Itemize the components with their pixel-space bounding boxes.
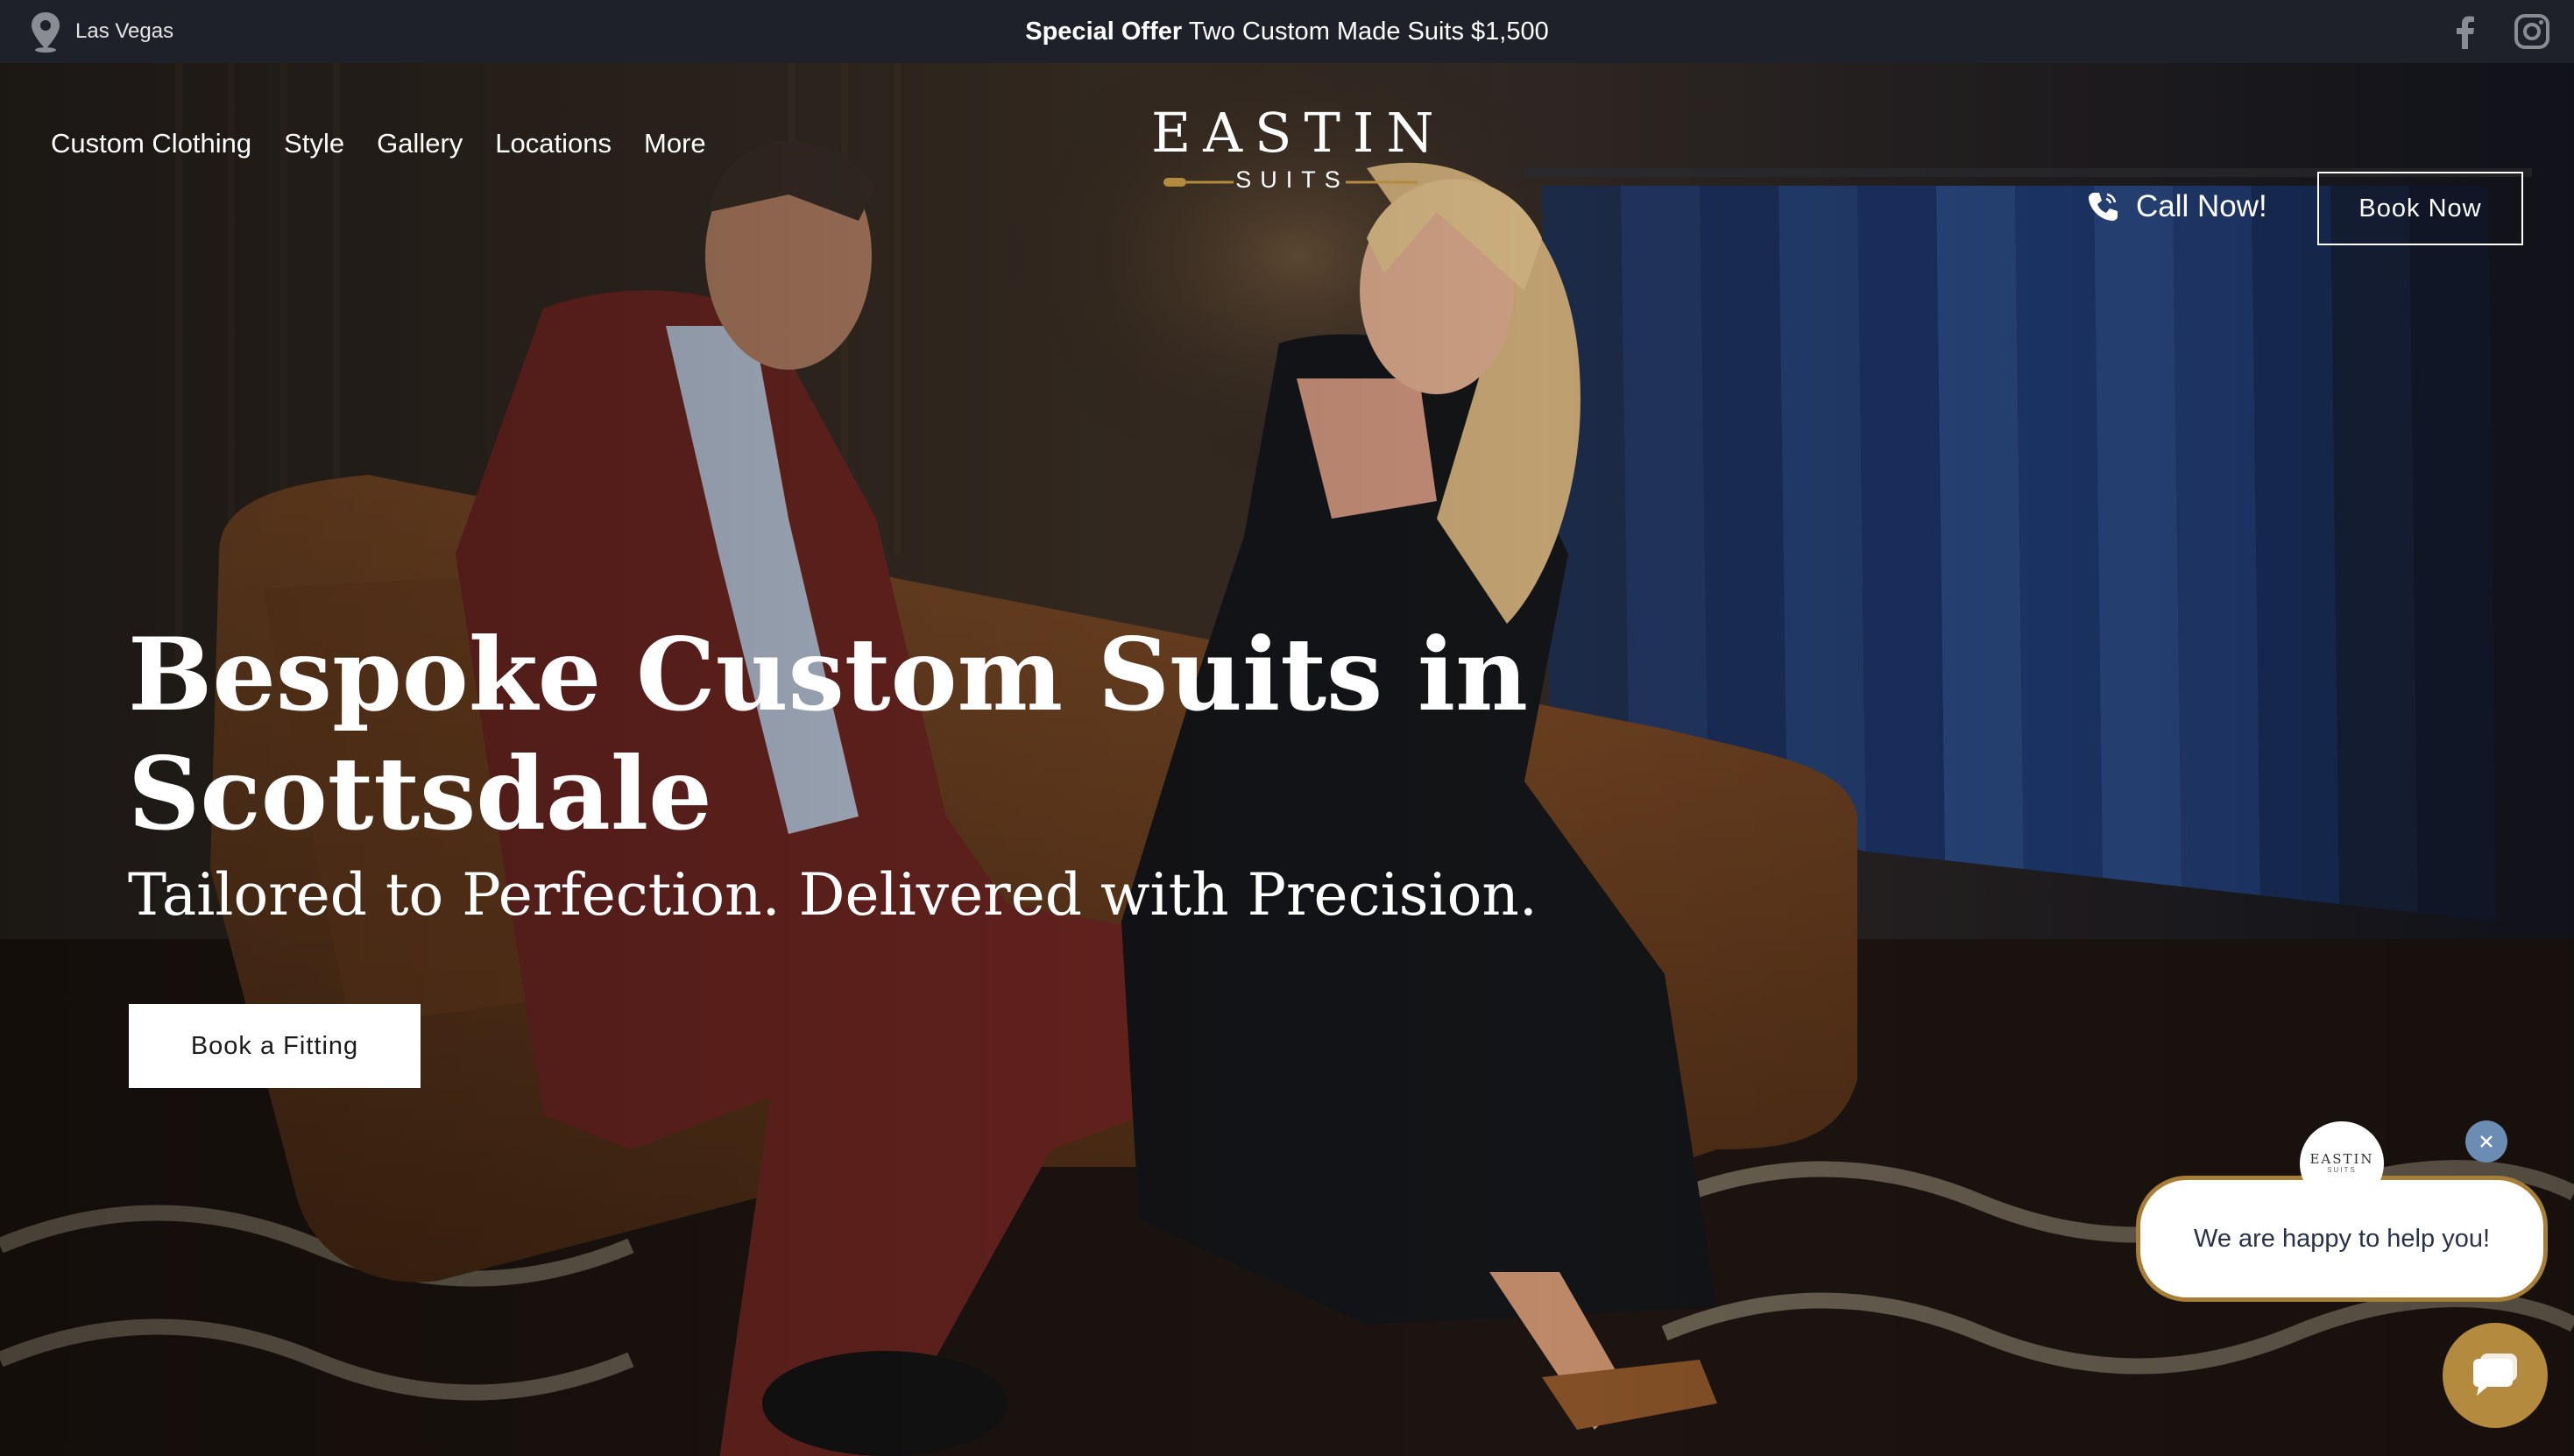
brand-logo[interactable]: EASTIN SUITS — [1139, 102, 1437, 199]
announcement-bar: Las Vegas Special Offer Two Custom Made … — [0, 0, 2574, 63]
chat-icon — [2473, 1354, 2517, 1396]
chat-launcher-button[interactable] — [2443, 1323, 2548, 1428]
nav-item-more[interactable]: More — [644, 128, 706, 159]
offer-text: Two Custom Made Suits $1,500 — [1182, 18, 1549, 46]
special-offer[interactable]: Special Offer Two Custom Made Suits $1,5… — [0, 0, 2574, 63]
nav-item-style[interactable]: Style — [284, 128, 344, 159]
facebook-icon[interactable] — [2446, 12, 2485, 51]
chat-avatar-sub: SUITS — [2327, 1166, 2357, 1174]
call-now-link[interactable]: Call Now! — [2083, 187, 2267, 226]
call-now-label: Call Now! — [2136, 189, 2267, 223]
nav-item-locations[interactable]: Locations — [495, 128, 612, 159]
close-icon — [2480, 1135, 2493, 1148]
needle-icon — [1163, 178, 1418, 187]
main-nav: Custom Clothing Style Gallery Locations … — [51, 128, 706, 159]
chat-avatar-logo: EASTIN — [2309, 1151, 2374, 1167]
logo-wordmark: EASTIN — [1151, 101, 1446, 165]
social-links — [2446, 12, 2551, 51]
chat-avatar: EASTIN SUITS — [2300, 1121, 2384, 1205]
offer-title: Special Offer — [1025, 18, 1183, 46]
hero-headline: Bespoke Custom Suits in Scottsdale — [128, 616, 1529, 852]
book-fitting-button[interactable]: Book a Fitting — [129, 1004, 421, 1088]
book-now-button[interactable]: Book Now — [2317, 172, 2523, 245]
phone-icon — [2089, 193, 2118, 221]
instagram-icon[interactable] — [2513, 12, 2551, 51]
hero-subheadline: Tailored to Perfection. Delivered with P… — [128, 861, 1538, 929]
nav-item-gallery[interactable]: Gallery — [377, 128, 463, 159]
chat-close-button[interactable] — [2465, 1120, 2507, 1163]
nav-item-custom-clothing[interactable]: Custom Clothing — [51, 128, 251, 159]
